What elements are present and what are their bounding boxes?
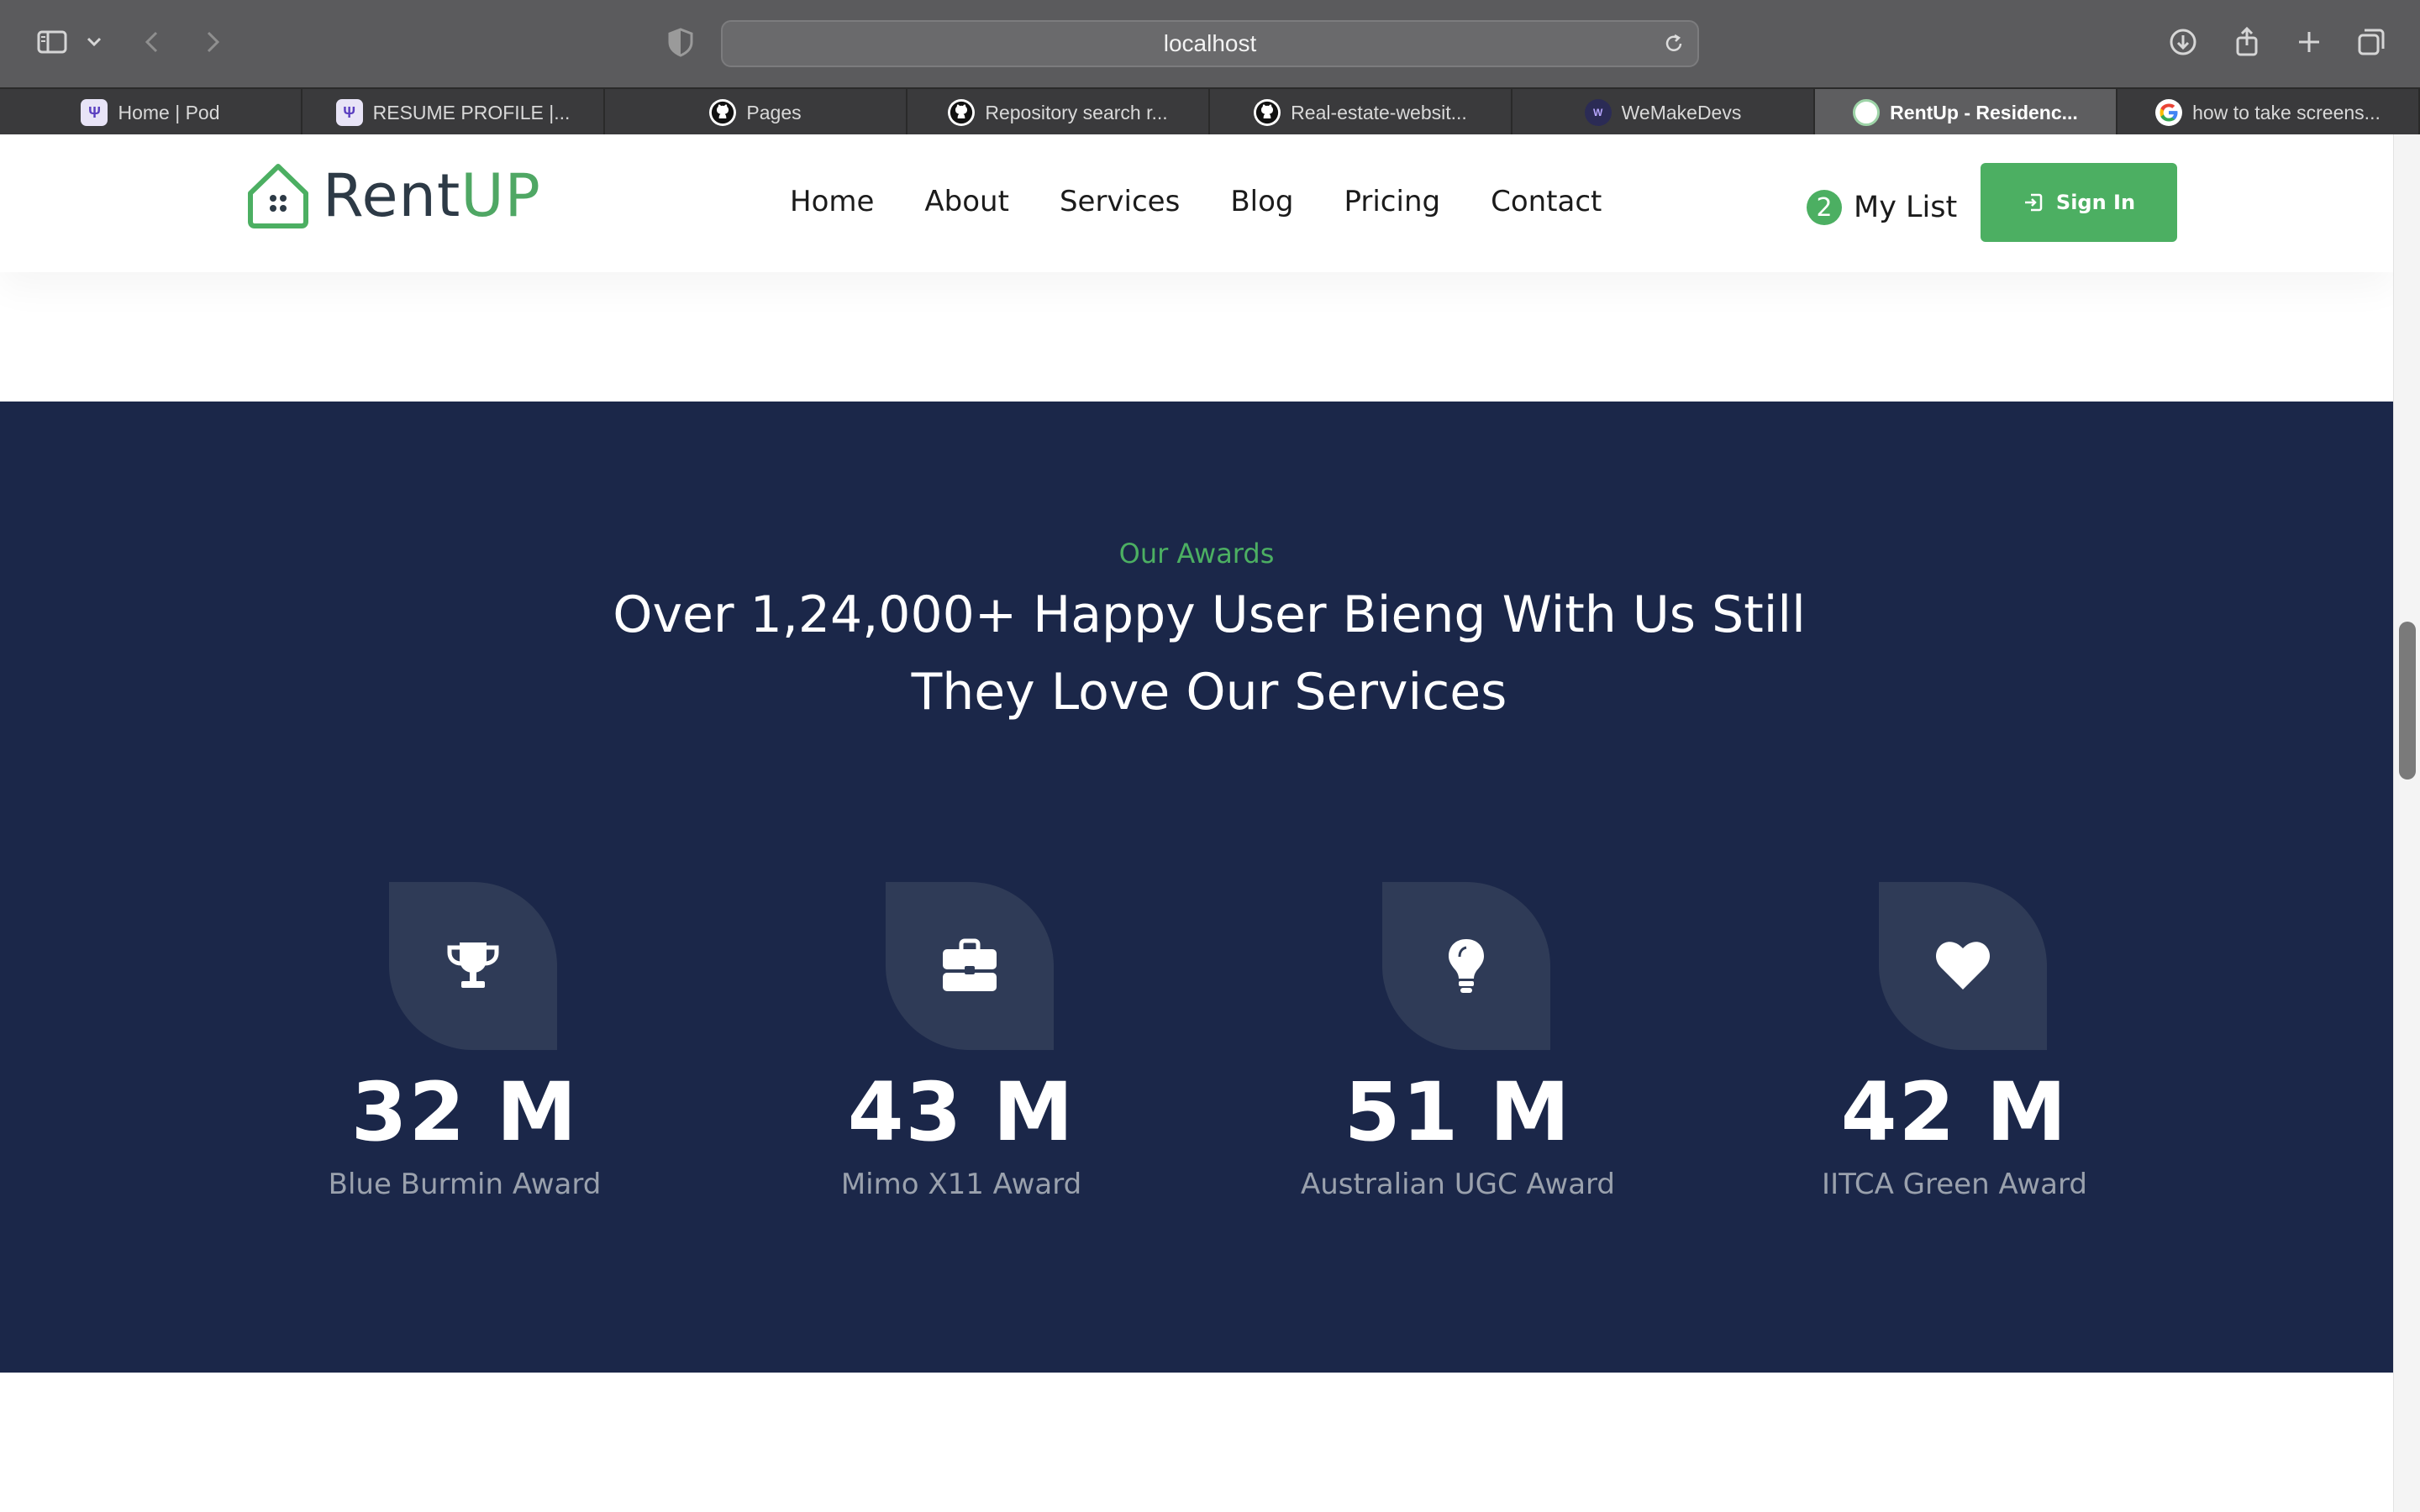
- github-icon: [1254, 99, 1281, 126]
- logo-text-rent: Rent: [323, 161, 461, 230]
- tab-real-estate-website[interactable]: Real-estate-websit...: [1210, 89, 1512, 136]
- award-icon-box: [1382, 882, 1550, 1050]
- sign-in-icon: [2024, 193, 2043, 212]
- nav-link-services[interactable]: Services: [1060, 185, 1180, 218]
- nav-link-blog[interactable]: Blog: [1230, 185, 1293, 218]
- award-card: 42 M IITCA Green Award: [1803, 882, 2106, 1235]
- award-value: 32 M: [350, 1065, 579, 1159]
- url-text: localhost: [1163, 30, 1257, 56]
- nav-link-home[interactable]: Home: [790, 185, 874, 218]
- forward-icon[interactable]: [192, 22, 232, 62]
- my-list-label: My List: [1854, 191, 1958, 224]
- tab-title: Repository search r...: [985, 101, 1168, 123]
- tab-rentup[interactable]: RentUp - Residenc...: [1815, 89, 2118, 136]
- share-icon[interactable]: [2227, 22, 2267, 62]
- tab-title: Real-estate-websit...: [1291, 101, 1467, 123]
- award-value: 42 M: [1840, 1065, 2069, 1159]
- award-label: IITCA Green Award: [1822, 1168, 2087, 1201]
- award-label: Australian UGC Award: [1300, 1168, 1616, 1201]
- wemakedevs-icon: W: [1584, 99, 1612, 126]
- award-label: Blue Burmin Award: [328, 1168, 602, 1201]
- sidebar-toggle-icon[interactable]: [32, 22, 72, 62]
- tab-title: Home | Pod: [118, 101, 220, 123]
- tab-title: how to take screens...: [2192, 101, 2381, 123]
- award-icon-box: [389, 882, 557, 1050]
- nav-link-about[interactable]: About: [924, 185, 1009, 218]
- award-card: 43 M Mimo X11 Award: [810, 882, 1113, 1235]
- tab-pages[interactable]: Pages: [605, 89, 908, 136]
- briefcase-icon: [943, 938, 997, 991]
- github-icon: [709, 99, 737, 126]
- heart-icon: [1936, 942, 1990, 990]
- nav-link-pricing[interactable]: Pricing: [1344, 185, 1440, 218]
- page-scrollbar[interactable]: [2393, 134, 2420, 1512]
- trophy-icon: [447, 942, 499, 988]
- pod-logo-icon: Ψ: [81, 99, 108, 126]
- awards-headline: Over 1,24,000+ Happy User Bieng With Us …: [538, 576, 1881, 731]
- reload-icon[interactable]: [1662, 32, 1686, 55]
- google-icon: [2155, 99, 2183, 126]
- tab-wemakedevs[interactable]: W WeMakeDevs: [1512, 89, 1815, 136]
- award-icon-box: [886, 882, 1054, 1050]
- award-value: 51 M: [1344, 1065, 1572, 1159]
- privacy-shield-icon[interactable]: [660, 22, 701, 62]
- my-list-count-badge: 2: [1807, 190, 1842, 225]
- sign-in-button[interactable]: Sign In: [1981, 163, 2177, 242]
- rentup-logo[interactable]: RentUP: [242, 158, 541, 234]
- award-value: 43 M: [847, 1065, 1076, 1159]
- browser-toolbar: localhost: [0, 0, 2420, 87]
- sign-in-label: Sign In: [2055, 191, 2136, 214]
- award-icon-box: [1879, 882, 2047, 1050]
- tab-resume-profile[interactable]: Ψ RESUME PROFILE |...: [302, 89, 605, 136]
- chevron-down-icon[interactable]: [77, 22, 111, 62]
- awards-eyebrow: Our Awards: [1118, 538, 1275, 570]
- tab-bar: Ψ Home | Pod Ψ RESUME PROFILE |... Pages…: [0, 87, 2420, 136]
- lightbulb-icon: [1449, 939, 1484, 993]
- awards-headline-line-2: They Love Our Services: [911, 663, 1507, 722]
- tab-title: RESUME PROFILE |...: [372, 101, 571, 123]
- tab-title: RentUp - Residenc...: [1890, 101, 2078, 123]
- tab-how-to-take-screenshot[interactable]: how to take screens...: [2118, 89, 2420, 136]
- scrollbar-thumb[interactable]: [2399, 622, 2416, 780]
- downloads-icon[interactable]: [2163, 22, 2203, 62]
- tab-title: Pages: [746, 101, 802, 123]
- tab-repository-search[interactable]: Repository search r...: [908, 89, 1210, 136]
- awards-section: Our Awards Over 1,24,000+ Happy User Bie…: [0, 402, 2393, 1373]
- logo-text-up: UP: [460, 161, 541, 230]
- award-card: 32 M Blue Burmin Award: [313, 882, 616, 1235]
- tab-overview-icon[interactable]: [2351, 22, 2391, 62]
- site-header: RentUP Home About Services Blog Pricing …: [0, 134, 2393, 272]
- my-list-link[interactable]: 2 My List: [1807, 190, 1957, 225]
- new-tab-icon[interactable]: [2289, 22, 2329, 62]
- main-nav: Home About Services Blog Pricing Contact: [790, 175, 1602, 228]
- award-card: 51 M Australian UGC Award: [1301, 882, 1615, 1235]
- tab-title: WeMakeDevs: [1621, 101, 1742, 123]
- web-page: RentUP Home About Services Blog Pricing …: [0, 134, 2393, 1512]
- address-bar[interactable]: localhost: [721, 20, 1699, 67]
- awards-headline-line-1: Over 1,24,000+ Happy User Bieng With Us …: [613, 585, 1806, 644]
- nav-link-contact[interactable]: Contact: [1491, 185, 1602, 218]
- rentup-icon: [1853, 99, 1881, 126]
- house-logo-icon: [248, 164, 308, 228]
- award-label: Mimo X11 Award: [840, 1168, 1082, 1201]
- back-icon[interactable]: [133, 22, 173, 62]
- pod-logo-icon: Ψ: [335, 99, 363, 126]
- tab-home-pod[interactable]: Ψ Home | Pod: [0, 89, 302, 136]
- github-icon: [948, 99, 976, 126]
